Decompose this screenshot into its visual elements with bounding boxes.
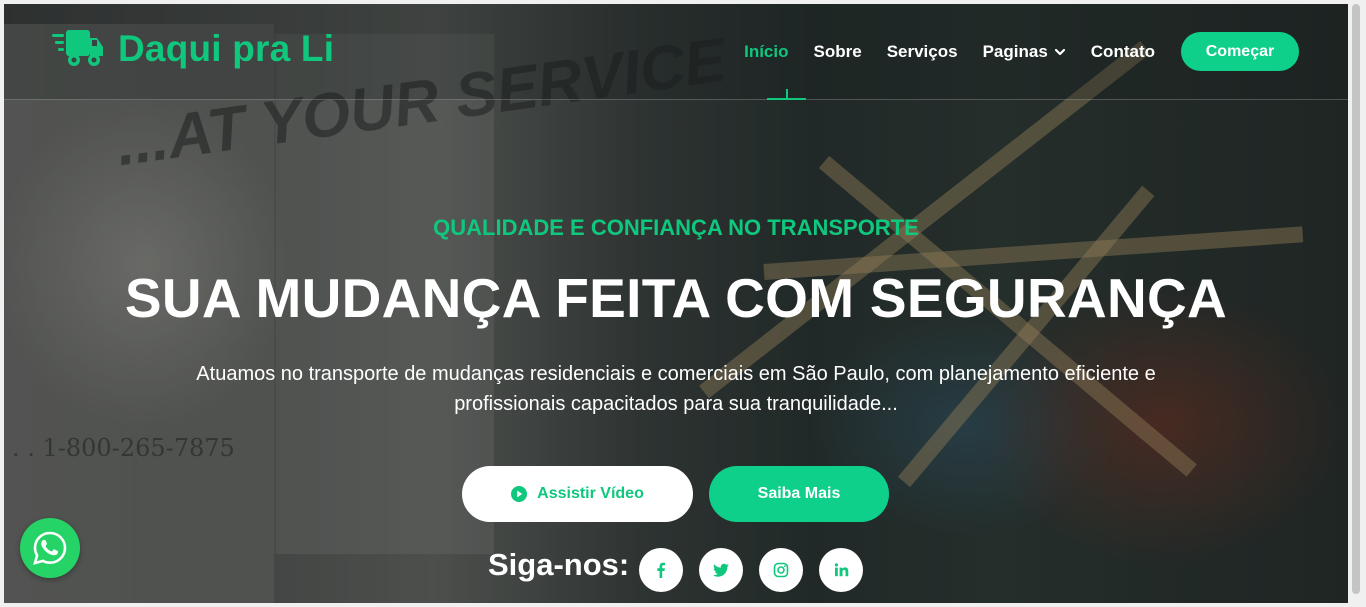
brand-name: Daqui pra Li — [118, 28, 335, 69]
twitter-link[interactable] — [699, 548, 743, 592]
nav-item-sobre[interactable]: Sobre — [814, 42, 862, 62]
instagram-link[interactable] — [759, 548, 803, 592]
brand-logo[interactable]: Daqui pra Li — [52, 28, 334, 70]
whatsapp-button[interactable] — [20, 518, 80, 578]
hero-headline: SUA MUDANÇA FEITA COM SEGURANÇA — [124, 267, 1228, 329]
play-circle-icon — [511, 486, 528, 502]
truck-fast-icon — [52, 30, 103, 66]
linkedin-icon — [834, 563, 849, 577]
scrollbar-thumb[interactable] — [1352, 4, 1360, 594]
nav-item-servicos[interactable]: Serviços — [887, 42, 958, 62]
active-nav-indicator — [767, 98, 806, 100]
start-button[interactable]: Começar — [1181, 32, 1299, 71]
nav-item-label: Paginas — [982, 41, 1048, 61]
whatsapp-icon — [33, 531, 67, 565]
chevron-down-icon — [1054, 48, 1065, 55]
learn-more-button[interactable]: Saiba Mais — [709, 466, 889, 522]
follow-us-label: Siga-nos: — [488, 547, 630, 582]
header-divider — [4, 99, 1348, 100]
nav-item-contato[interactable]: Contato — [1091, 42, 1155, 62]
main-nav: Início Sobre Serviços Paginas Contato Co… — [719, 32, 1299, 71]
instagram-icon — [773, 562, 789, 578]
hero-section: ...AT YOUR SERVICE . . 1-800-265-7875 Da… — [4, 4, 1348, 603]
hero-kicker: QUALIDADE E CONFIANÇA NO TRANSPORTE — [433, 215, 919, 240]
nav-item-paginas[interactable]: Paginas — [983, 42, 1066, 62]
linkedin-link[interactable] — [819, 548, 863, 592]
hero-lead: Atuamos no transporte de mudanças reside… — [196, 363, 1156, 415]
twitter-icon — [713, 563, 729, 577]
facebook-link[interactable] — [639, 548, 683, 592]
nav-item-inicio[interactable]: Início — [744, 42, 788, 62]
facebook-icon — [657, 562, 665, 578]
watch-video-button[interactable]: Assistir Vídeo — [462, 466, 693, 522]
watch-video-label: Assistir Vídeo — [537, 485, 644, 502]
